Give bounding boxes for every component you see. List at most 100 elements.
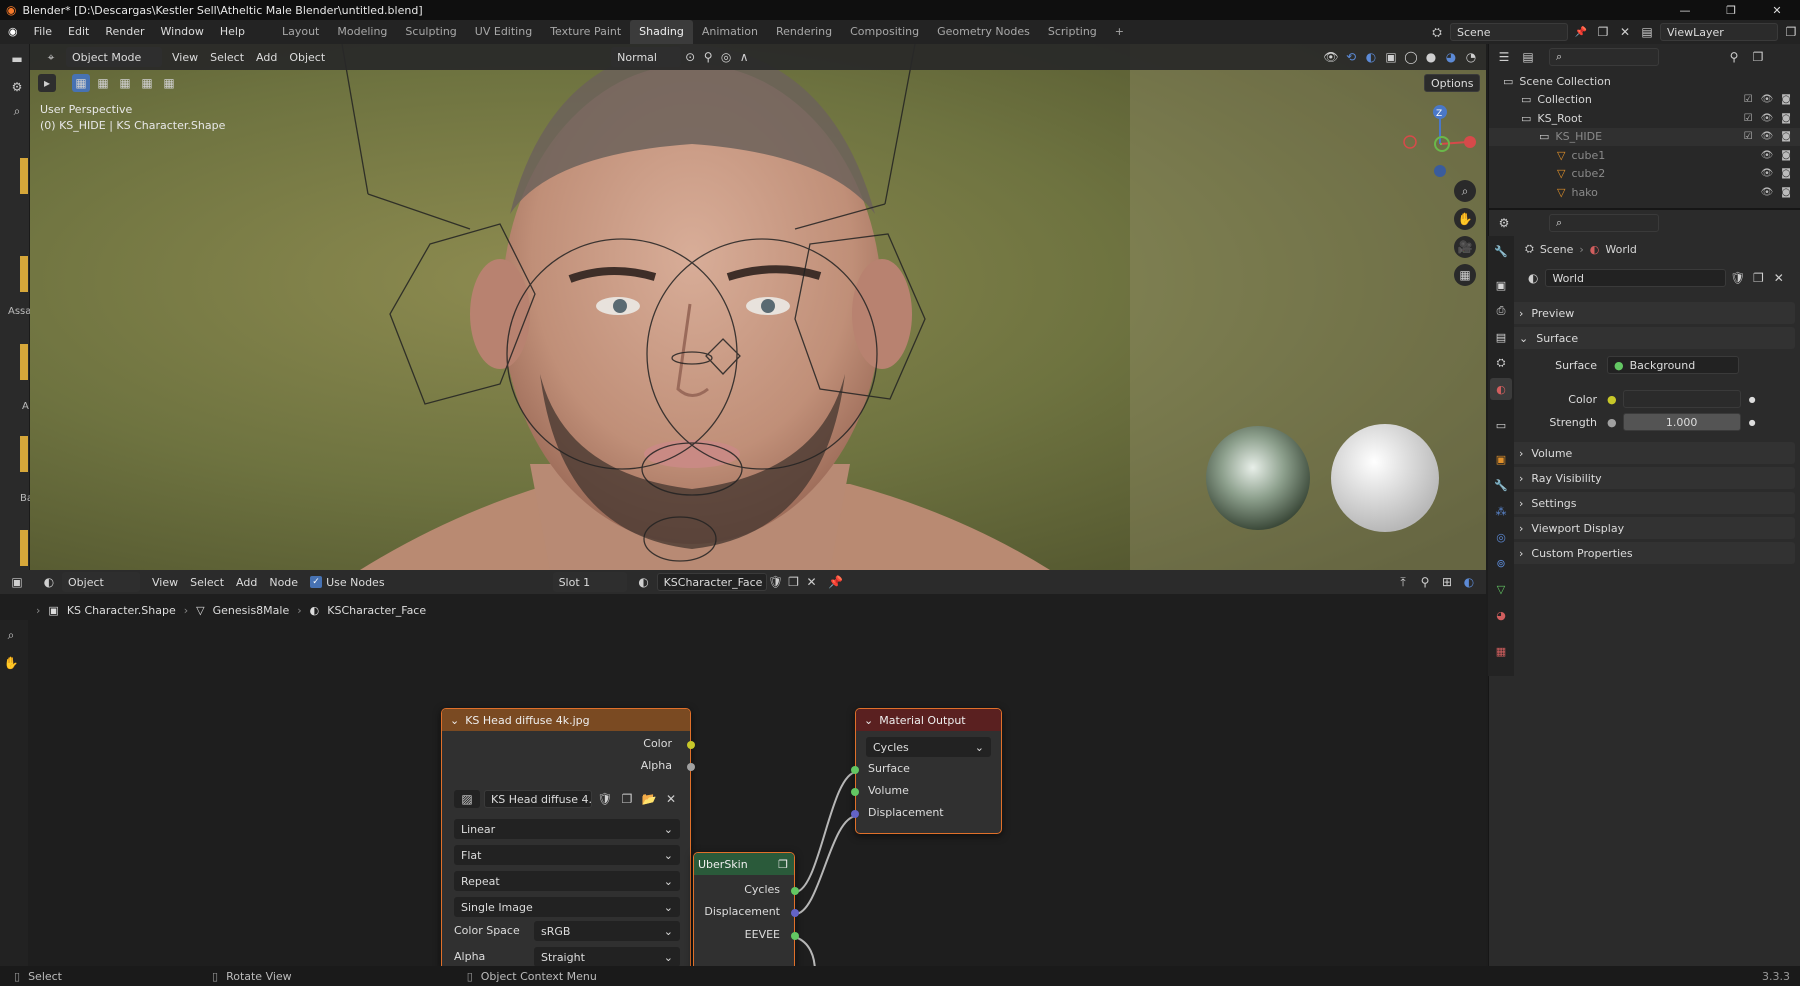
select-extend-icon[interactable]: ▦ <box>94 74 112 92</box>
new-scene-icon[interactable]: ❐ <box>1594 23 1612 41</box>
scene-icon[interactable]: ⛭ <box>1428 23 1446 41</box>
material-browse-icon[interactable]: ◐ <box>635 573 653 591</box>
strength-field[interactable]: 1.000 <box>1622 413 1741 431</box>
snap-icon[interactable]: ⚲ <box>699 48 717 66</box>
asset-thumbnail[interactable] <box>20 344 28 380</box>
new-material-icon[interactable]: ❐ <box>785 573 803 591</box>
object-tab-icon[interactable]: ▣ <box>1490 448 1512 470</box>
unlink-material-icon[interactable]: ✕ <box>803 573 821 591</box>
chevron-down-icon[interactable]: ⌄ <box>450 714 459 727</box>
tab-geometry-nodes[interactable]: Geometry Nodes <box>928 20 1039 44</box>
pin-icon[interactable]: 📌 <box>827 573 845 591</box>
overlays-icon[interactable]: ◐ <box>1460 573 1478 591</box>
eye-icon[interactable]: 👁 <box>1761 94 1774 105</box>
asset-thumbnail[interactable] <box>20 256 28 292</box>
color-output-socket[interactable] <box>687 741 695 749</box>
mode-selector[interactable]: Object Mode <box>66 47 162 67</box>
search-icon[interactable]: ⌕ <box>8 102 26 120</box>
breadcrumb-world[interactable]: World <box>1605 243 1637 256</box>
tab-scripting[interactable]: Scripting <box>1039 20 1106 44</box>
image-name-field[interactable]: KS Head diffuse 4... <box>484 790 592 808</box>
ortho-grid-icon[interactable]: ▦ <box>1454 264 1476 286</box>
breadcrumb-object[interactable]: KS Character.Shape <box>67 604 176 617</box>
camera-render-icon[interactable]: ◙ <box>1781 150 1791 161</box>
viewport-menu-select[interactable]: Select <box>204 47 250 67</box>
panel-ray-visibility[interactable]: › Ray Visibility <box>1511 467 1795 489</box>
displacement-output-socket[interactable] <box>791 909 799 917</box>
particles-tab-icon[interactable]: ⁂ <box>1490 500 1512 522</box>
visibility-icon[interactable]: 👁 <box>1322 48 1340 66</box>
filter-icon[interactable]: ⚲ <box>1725 48 1743 66</box>
modifiers-tab-icon[interactable]: 🔧 <box>1490 474 1512 496</box>
solid-shading-icon[interactable]: ● <box>1422 48 1440 66</box>
camera-render-icon[interactable]: ◙ <box>1781 94 1791 105</box>
fake-user-icon[interactable]: 🛡 <box>767 573 785 591</box>
outliner-search-input[interactable]: ⌕ <box>1549 48 1659 66</box>
camera-render-icon[interactable]: ◙ <box>1781 168 1791 179</box>
eevee-output-socket[interactable] <box>791 932 799 940</box>
fake-user-icon[interactable]: 🛡 <box>596 790 614 808</box>
node-menu-node[interactable]: Node <box>263 572 304 592</box>
viewport-menu-add[interactable]: Add <box>250 47 283 67</box>
breadcrumb-mesh[interactable]: Genesis8Male <box>213 604 290 617</box>
parent-node-tree-icon[interactable]: ⤒ <box>1394 573 1412 591</box>
view-layer-selector[interactable]: ViewLayer <box>1660 23 1778 41</box>
uberskin-node-header[interactable]: UberSkin ❐ <box>694 853 794 875</box>
navigation-gizmo[interactable]: Z <box>1398 100 1478 180</box>
data-tab-icon[interactable]: ▽ <box>1490 578 1512 600</box>
new-collection-icon[interactable]: ❐ <box>1749 48 1767 66</box>
camera-render-icon[interactable]: ◙ <box>1781 131 1791 142</box>
node-menu-view[interactable]: View <box>146 572 184 592</box>
minimize-button[interactable]: — <box>1662 0 1708 20</box>
keyframe-dot-icon[interactable]: ● <box>1749 418 1756 427</box>
asset-thumbnail[interactable] <box>20 436 28 472</box>
new-view-layer-icon[interactable]: ❐ <box>1782 23 1800 41</box>
pivot-icon[interactable]: ⊙ <box>681 48 699 66</box>
menu-render[interactable]: Render <box>97 20 152 44</box>
collection-tab-icon[interactable]: ▭ <box>1490 414 1512 436</box>
eye-icon[interactable]: 👁 <box>1761 131 1774 142</box>
3d-viewport[interactable] <box>30 44 1486 570</box>
outliner-row[interactable]: ▭ KS_HIDE ☑ 👁 ◙ <box>1489 127 1800 146</box>
tool-tab-icon[interactable]: 🔧 <box>1490 240 1512 262</box>
overlays-icon[interactable]: ◐ <box>1362 48 1380 66</box>
fake-user-icon[interactable]: 🛡 <box>1730 269 1746 287</box>
constraints-tab-icon[interactable]: ⊚ <box>1490 552 1512 574</box>
panel-custom-properties[interactable]: › Custom Properties <box>1511 542 1795 564</box>
asset-thumbnail[interactable] <box>20 530 28 566</box>
shader-type-icon[interactable]: ◐ <box>40 573 58 591</box>
displacement-input-socket[interactable] <box>851 810 859 818</box>
outliner-row[interactable]: ▽ cube2 👁 ◙ <box>1489 165 1800 183</box>
material-output-node[interactable]: ⌄ Material Output Cycles ⌄ Surface Volume… <box>851 708 1002 834</box>
image-browse-icon[interactable]: ▨ <box>454 790 480 808</box>
image-node-header[interactable]: ⌄ KS Head diffuse 4k.jpg <box>442 709 690 731</box>
panel-surface[interactable]: ⌄ Surface <box>1511 327 1795 349</box>
source-dropdown[interactable]: Single Image ⌄ <box>454 897 680 917</box>
blender-menu-icon[interactable]: ◉ <box>0 20 26 44</box>
tab-modeling[interactable]: Modeling <box>328 20 396 44</box>
select-intersect-icon[interactable]: ▦ <box>160 74 178 92</box>
projection-dropdown[interactable]: Flat ⌄ <box>454 845 680 865</box>
new-image-icon[interactable]: ❐ <box>618 790 636 808</box>
use-nodes-checkbox[interactable]: ✓ <box>310 576 323 588</box>
view-layer-icon[interactable]: ▤ <box>1638 23 1656 41</box>
chevron-down-icon[interactable]: ⌄ <box>864 714 873 727</box>
unlink-world-icon[interactable]: ✕ <box>1771 269 1787 287</box>
tab-animation[interactable]: Animation <box>693 20 767 44</box>
panel-settings[interactable]: › Settings <box>1511 492 1795 514</box>
outliner-editor-icon[interactable]: ☰ <box>1495 48 1513 66</box>
outliner-row[interactable]: ▭ Scene Collection <box>1489 72 1800 90</box>
select-subtract-icon[interactable]: ▦ <box>116 74 134 92</box>
material-output-header[interactable]: ⌄ Material Output <box>856 709 1001 731</box>
falloff-icon[interactable]: ∧ <box>735 48 753 66</box>
unlink-image-icon[interactable]: ✕ <box>662 790 680 808</box>
restore-button[interactable]: ❐ <box>1708 0 1754 20</box>
color-space-dropdown[interactable]: sRGB ⌄ <box>534 921 680 941</box>
camera-icon[interactable]: 🎥 <box>1454 236 1476 258</box>
menu-window[interactable]: Window <box>153 20 212 44</box>
uberskin-group-node[interactable]: UberSkin ❐ Cycles Displacement EEVEE <box>693 852 799 970</box>
close-window-button[interactable]: ✕ <box>1754 0 1800 20</box>
surface-input-socket[interactable] <box>851 766 859 774</box>
node-menu-add[interactable]: Add <box>230 572 263 592</box>
breadcrumb-material[interactable]: KSCharacter_Face <box>327 604 426 617</box>
